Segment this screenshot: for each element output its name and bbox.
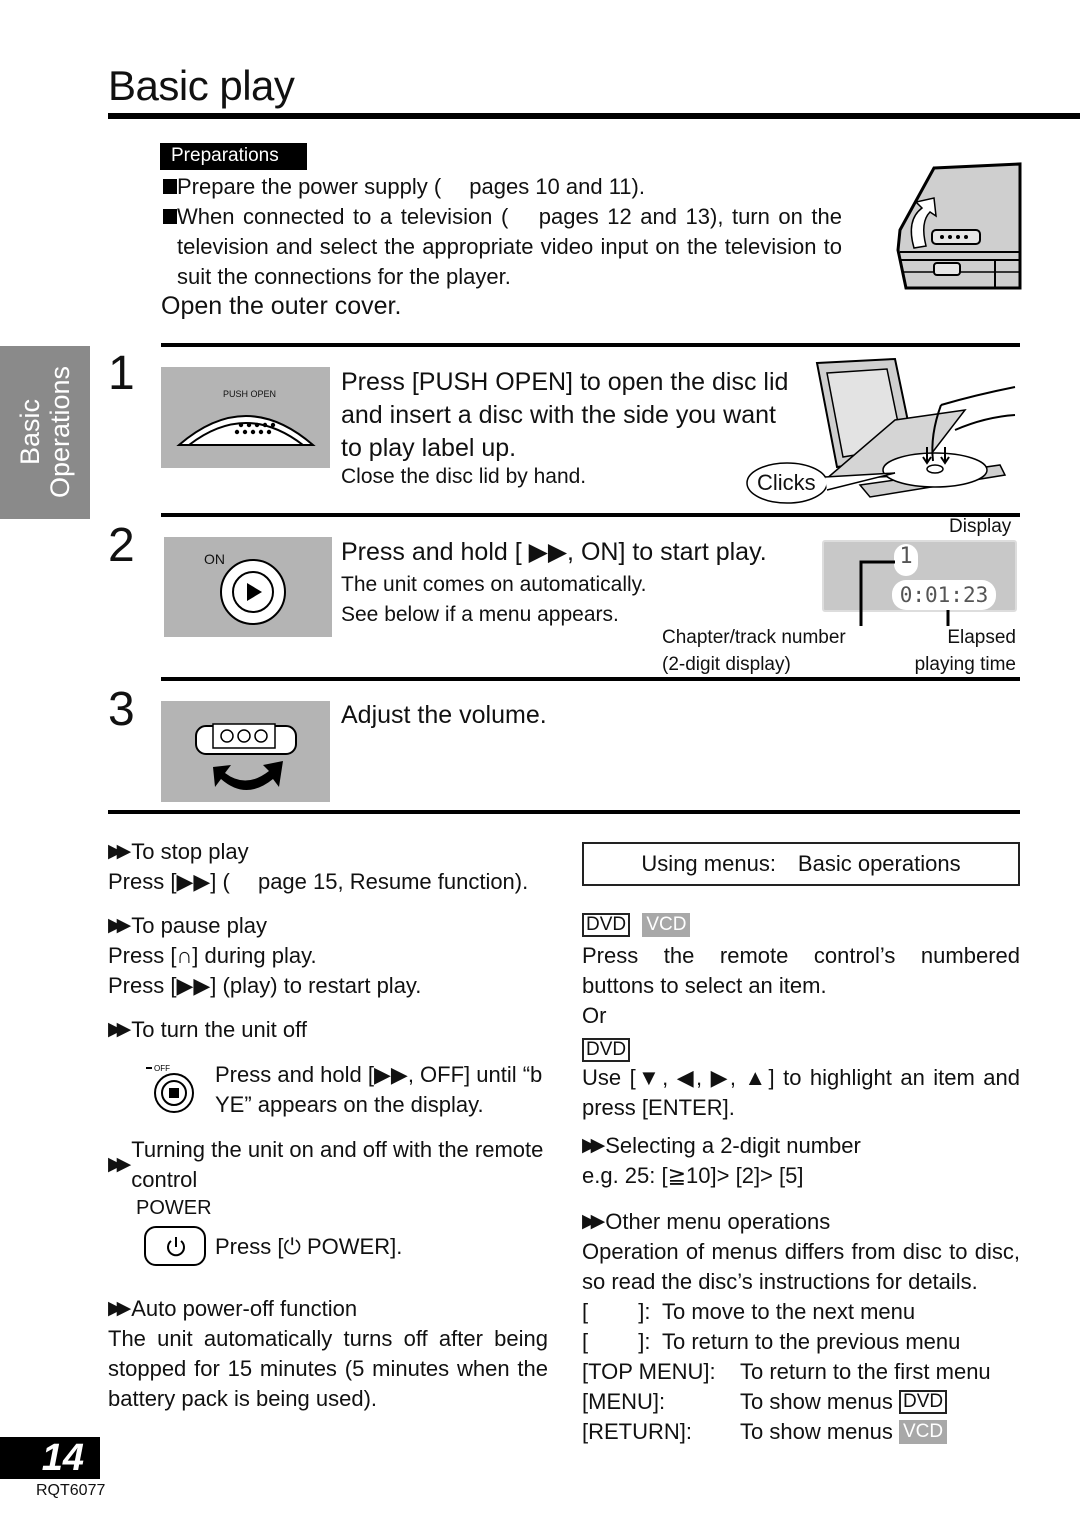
stop-play-text: Press [▶▶] ( page 15, Resume function).	[108, 869, 529, 894]
side-tab-line-1: Basic	[15, 398, 45, 466]
numbered-buttons-section: DVD VCD Press the remote control’s numbe…	[582, 908, 1020, 1123]
double-arrow-icon: ▶▶	[582, 1211, 605, 1232]
preparation-item: When connected to a television ( pages 1…	[160, 202, 842, 292]
push-open-button-icon	[176, 415, 316, 446]
other-menu-text: Operation of menus differs from disc to …	[582, 1239, 1020, 1294]
auto-power-off-section: ▶▶ Auto power-off function The unit autom…	[108, 1294, 548, 1414]
display-label: Display	[949, 516, 1012, 537]
volume-dial-icon	[195, 723, 297, 790]
dvd-tag: DVD	[898, 1390, 948, 1414]
page-title: Basic play	[108, 62, 295, 109]
preparations-list: Prepare the power supply ( pages 10 and …	[160, 172, 842, 292]
step-3-instruction: Adjust the volume.	[341, 701, 547, 729]
push-open-button-illustration: PUSH OPEN	[161, 367, 330, 468]
auto-power-off-text: The unit automatically turns off after b…	[108, 1326, 548, 1411]
stop-play-section: ▶▶ To stop play Press [▶▶] ( page 15, Res…	[108, 837, 548, 897]
menu-key-row: [ ]: To return to the previous menu	[582, 1329, 961, 1354]
pause-play-section: ▶▶ To pause play Press [∩] during play. P…	[108, 911, 548, 1001]
step-1-instruction: Press [PUSH OPEN] to open the disc lid a…	[341, 368, 789, 462]
double-arrow-icon: ▶▶	[108, 915, 131, 936]
side-tab-line-2: Operations	[45, 365, 75, 499]
other-menu-section: ▶▶ Other menu operations Operation of men…	[582, 1207, 1020, 1447]
step-2-note: The unit comes on automatically.	[341, 573, 647, 596]
pause-play-text: Press [∩] during play.	[108, 943, 317, 968]
display-leader-lines	[859, 560, 950, 626]
menu-key-row: [RETURN]: To show menus VCD	[582, 1417, 1020, 1447]
step-2-note: See below if a menu appears.	[341, 603, 619, 626]
two-digit-example: e.g. 25: [≧10]> [2]> [5]	[582, 1163, 804, 1188]
remote-power-heading: ▶▶ Turning the unit on and off with the r…	[108, 1137, 544, 1192]
double-arrow-icon: ▶▶	[108, 1154, 131, 1175]
player-cover-illustration	[896, 162, 1022, 290]
step-3-top-rule	[161, 677, 1020, 681]
on-button-illustration: ON	[164, 537, 332, 637]
play-button-icon	[220, 559, 286, 625]
double-arrow-icon: ▶▶	[108, 841, 131, 862]
restart-play-text: Press [▶▶] (play) to restart play.	[108, 973, 422, 998]
preparation-item: Prepare the power supply ( pages 10 and …	[160, 172, 842, 202]
dvd-tag: DVD	[582, 913, 631, 937]
title-rule	[108, 113, 1080, 119]
step-1-top-rule	[161, 343, 1020, 347]
svg-text:OFF: OFF	[154, 1064, 170, 1073]
step-2-number: 2	[108, 519, 135, 572]
power-button-illustration	[144, 1226, 206, 1266]
numbered-buttons-text: Press the remote control’s numbered butt…	[582, 943, 1020, 998]
auto-power-off-heading: ▶▶ Auto power-off function	[108, 1294, 548, 1324]
document-code: RQT6077	[36, 1482, 106, 1499]
menu-key-row: [MENU]: To show menus DVD	[582, 1387, 1020, 1417]
power-icon	[167, 1237, 185, 1257]
step-2-top-rule	[161, 513, 1020, 517]
square-bullet-icon	[163, 179, 177, 194]
step-3-number: 3	[108, 683, 135, 736]
other-menu-heading: ▶▶ Other menu operations	[582, 1207, 1020, 1237]
power-text: Press [⏻ POWER].	[215, 1234, 403, 1259]
double-arrow-icon: ▶▶	[108, 1298, 131, 1319]
remote-power-section: ▶▶ Turning the unit on and off with the r…	[108, 1135, 548, 1195]
turn-off-text: Press and hold [▶▶, OFF] until “b YE” ap…	[215, 1062, 543, 1117]
step-2-instruction: Press and hold [ ▶▶, ON] to start play.	[341, 538, 767, 566]
step-1-note: Close the disc lid by hand.	[341, 465, 587, 488]
pause-play-heading: ▶▶ To pause play	[108, 911, 548, 941]
using-menus-title-box: Using menus: Basic operations	[582, 842, 1020, 886]
square-bullet-icon	[163, 209, 177, 224]
turn-off-heading: ▶▶ To turn the unit off	[108, 1015, 548, 1045]
dvd-tag: DVD	[582, 1038, 631, 1062]
step-1-number: 1	[108, 347, 135, 400]
clicks-callout: Clicks	[757, 470, 816, 495]
menu-key-row: [ ]: To move to the next menu	[582, 1299, 916, 1324]
steps-bottom-rule	[108, 810, 1020, 814]
open-cover-instruction: Open the outer cover.	[161, 292, 402, 320]
preparations-badge: Preparations	[160, 143, 307, 170]
double-arrow-icon: ▶▶	[108, 1019, 131, 1040]
power-label: POWER	[136, 1197, 212, 1219]
section-side-tab: Basic Operations	[0, 346, 90, 519]
turn-off-section: ▶▶ To turn the unit off	[108, 1015, 548, 1045]
or-text: Or	[582, 1003, 607, 1028]
page-number: 14	[0, 1437, 100, 1479]
two-digit-section: ▶▶ Selecting a 2-digit number e.g. 25: [≧…	[582, 1131, 1020, 1191]
double-arrow-icon: ▶▶	[582, 1135, 605, 1156]
volume-dial-illustration	[161, 701, 330, 802]
vcd-tag: VCD	[642, 913, 691, 937]
elapsed-time-label: Elapsed playing time	[914, 627, 1016, 675]
vcd-tag: VCD	[898, 1420, 948, 1444]
chapter-track-label: Chapter/track number (2-digit display)	[662, 627, 846, 675]
stop-play-heading: ▶▶ To stop play	[108, 837, 548, 867]
cursor-buttons-text: Use [▼, ◀, ▶, ▲] to highlight an item an…	[582, 1065, 1020, 1120]
step-2-notes: The unit comes on automatically. See bel…	[341, 570, 646, 630]
off-button-icon: OFF	[146, 1064, 194, 1113]
menu-key-row: [TOP MENU]: To return to the first menu	[582, 1359, 991, 1384]
two-digit-heading: ▶▶ Selecting a 2-digit number	[582, 1131, 1020, 1161]
